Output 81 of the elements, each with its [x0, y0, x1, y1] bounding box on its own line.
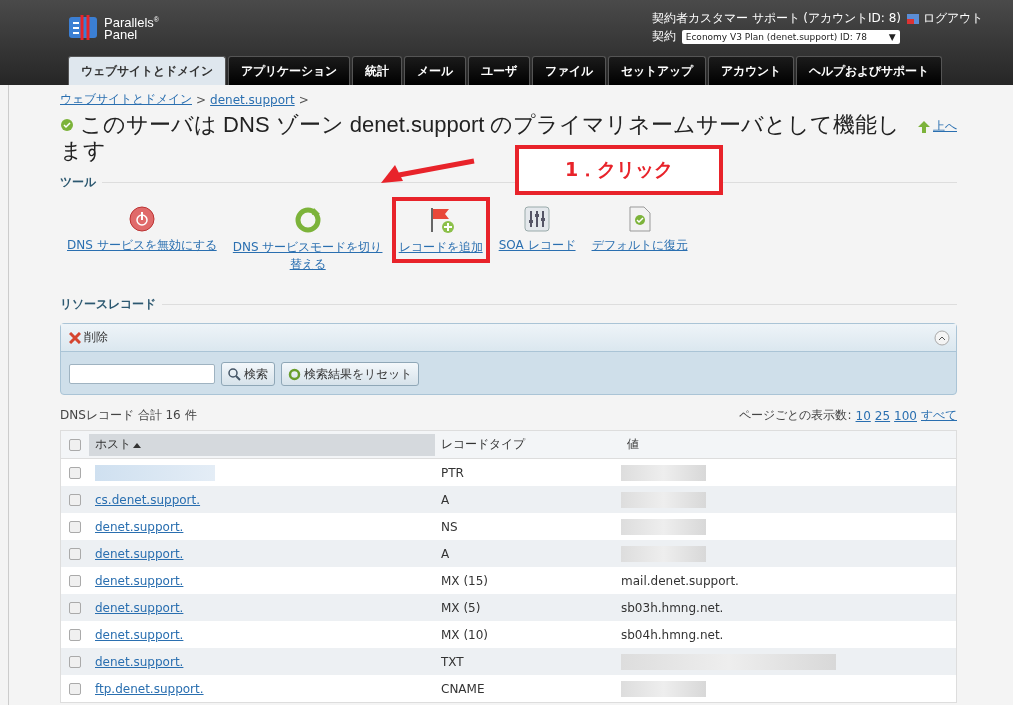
host-link[interactable]: denet.support.	[95, 519, 184, 534]
account-name: 契約者カスタマー サポート (アカウントID: 8)	[651, 10, 901, 27]
up-link[interactable]: 上へ	[933, 118, 957, 135]
per-page-link[interactable]: 25	[874, 408, 891, 423]
annotation-callout: 1．クリック	[515, 145, 723, 195]
row-checkbox[interactable]	[69, 493, 81, 506]
host-link[interactable]: denet.support.	[95, 627, 184, 642]
sort-icon	[133, 441, 141, 448]
breadcrumb-separator: >	[298, 92, 309, 107]
row-checkbox[interactable]	[69, 520, 81, 533]
row-checkbox[interactable]	[69, 574, 81, 587]
nav-tab[interactable]: メール	[404, 56, 466, 85]
tool-link[interactable]: DNS サービスを無効にする	[67, 237, 217, 254]
subscription-select[interactable]: Economy V3 Plan (denet.support) ID: 78 ▼	[681, 29, 900, 44]
host-link[interactable]: denet.support.	[95, 573, 184, 588]
search-field[interactable]	[69, 364, 215, 384]
select-all-checkbox[interactable]	[69, 438, 81, 451]
tool-link[interactable]: DNS サービスモードを切り替える	[232, 239, 383, 273]
table-cell-text: MX (15)	[440, 573, 490, 588]
tool-link[interactable]: SOA レコード	[498, 237, 576, 254]
search-button[interactable]: 検索	[221, 362, 275, 386]
row-checkbox[interactable]	[69, 655, 81, 668]
host-link[interactable]: cs.denet.support.	[95, 492, 201, 507]
section-heading: リソースレコード	[60, 296, 156, 313]
row-checkbox[interactable]	[69, 547, 81, 560]
table-cell-text: CNAME	[440, 681, 486, 696]
nav-tab[interactable]: アプリケーション	[228, 56, 350, 85]
host-link[interactable]: denet.support.	[95, 600, 184, 615]
tool-link[interactable]: デフォルトに復元	[591, 237, 688, 254]
per-page-link[interactable]: 100	[894, 408, 917, 423]
nav-tab[interactable]: ヘルプおよびサポート	[796, 56, 942, 85]
table-cell-text: MX (5)	[440, 600, 482, 615]
logout-icon	[907, 12, 920, 25]
collapse-icon[interactable]	[934, 329, 950, 346]
up-arrow-icon	[918, 120, 930, 133]
nav-tab[interactable]: アカウント	[708, 56, 794, 85]
document-check-icon	[628, 206, 651, 232]
row-checkbox[interactable]	[69, 628, 81, 641]
breadcrumb-link[interactable]: denet.support	[210, 92, 295, 107]
record-count: DNSレコード 合計 16 件	[60, 407, 197, 424]
cross-icon	[69, 331, 81, 344]
row-checkbox[interactable]	[69, 601, 81, 614]
table-cell-text: mail.denet.support.	[621, 573, 740, 588]
section-heading: ツール	[60, 174, 96, 191]
table-cell-text: A	[440, 546, 451, 561]
per-page-link[interactable]: すべて	[921, 407, 957, 424]
subscription-label: 契約	[651, 28, 676, 45]
column-header[interactable]: ホスト	[89, 433, 435, 456]
per-page-label: ページごとの表示数:	[739, 407, 852, 424]
table-cell-text: MX (10)	[440, 627, 490, 642]
host-link[interactable]: denet.support.	[95, 654, 184, 669]
search-icon	[228, 367, 241, 381]
column-header[interactable]: レコードタイプ	[435, 433, 621, 456]
nav-tab[interactable]: 統計	[352, 56, 402, 85]
host-link[interactable]: denet.support.	[95, 546, 184, 561]
nav-tab[interactable]: ウェブサイトとドメイン	[68, 56, 226, 85]
logout-link[interactable]: ログアウト	[907, 10, 983, 27]
tool-link[interactable]: レコードを追加	[398, 239, 483, 256]
delete-button[interactable]: 削除	[69, 329, 108, 346]
column-header[interactable]: 値	[621, 433, 956, 456]
breadcrumb-separator: >	[196, 92, 207, 107]
logo-text: Parallels$^{®}$ Panel	[104, 14, 160, 42]
host-link[interactable]: ftp.denet.support.	[95, 681, 204, 696]
row-checkbox[interactable]	[69, 466, 81, 479]
check-icon	[60, 118, 74, 132]
nav-tab[interactable]: ユーザ	[468, 56, 530, 85]
sliders-icon	[524, 206, 551, 232]
table-cell-text: sb03h.hmng.net.	[621, 600, 725, 615]
breadcrumb-link[interactable]: ウェブサイトとドメイン	[60, 91, 192, 108]
power-icon	[128, 206, 155, 232]
row-checkbox[interactable]	[69, 682, 81, 695]
table-cell-text: TXT	[440, 654, 465, 669]
logo-icon	[68, 14, 100, 41]
table-cell-text: sb04h.hmng.net.	[621, 627, 725, 642]
nav-tab[interactable]: セットアップ	[608, 56, 706, 85]
table-cell-text: PTR	[440, 465, 465, 480]
table-cell-text: NS	[440, 519, 459, 534]
nav-tab[interactable]: ファイル	[532, 56, 606, 85]
table-cell-text: A	[440, 492, 451, 507]
reset-button[interactable]: 検索結果をリセット	[281, 362, 419, 386]
per-page-link[interactable]: 10	[855, 408, 871, 423]
